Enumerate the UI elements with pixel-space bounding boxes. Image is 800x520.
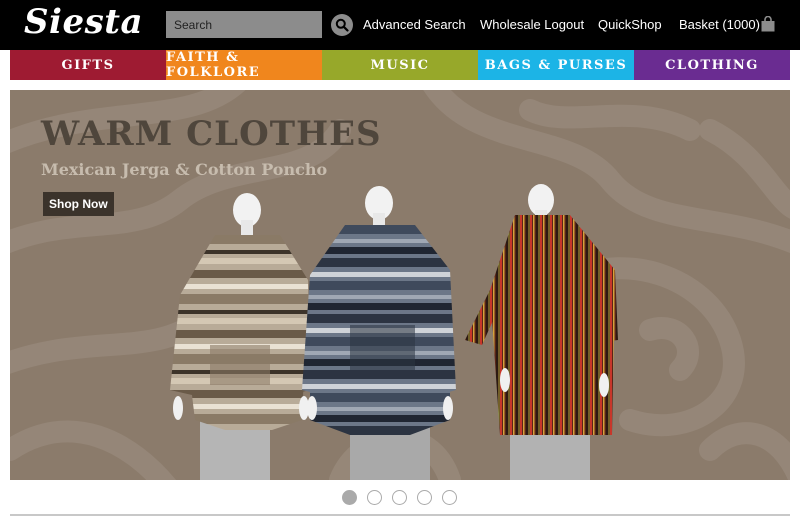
divider <box>10 514 790 516</box>
shopping-bag-icon[interactable] <box>761 16 775 32</box>
basket-link[interactable]: Basket (1000) <box>679 17 760 32</box>
nav-item-music[interactable]: MUSIC <box>322 50 478 80</box>
carousel-dot-2[interactable] <box>367 490 382 505</box>
carousel-dot-3[interactable] <box>392 490 407 505</box>
nav-item-gifts[interactable]: GIFTS <box>10 50 166 80</box>
nav-item-bags-purses[interactable]: BAGS & PURSES <box>478 50 634 80</box>
site-logo[interactable]: Siesta <box>24 2 143 42</box>
carousel-dot-5[interactable] <box>442 490 457 505</box>
quickshop-link[interactable]: QuickShop <box>598 17 662 32</box>
search-input[interactable] <box>166 11 322 38</box>
top-bar: Siesta Advanced Search Wholesale Logout … <box>0 0 800 50</box>
wholesale-logout-link[interactable]: Wholesale Logout <box>480 17 584 32</box>
category-nav: GIFTS FAITH & FOLKLORE MUSIC BAGS & PURS… <box>10 50 790 80</box>
hero-banner[interactable]: WARM CLOTHES Mexican Jerga & Cotton Ponc… <box>10 90 790 480</box>
poncho-product-photo <box>170 184 618 480</box>
advanced-search-link[interactable]: Advanced Search <box>363 17 466 32</box>
magnifier-icon <box>335 18 349 32</box>
carousel-dot-1[interactable] <box>342 490 357 505</box>
nav-item-clothing[interactable]: CLOTHING <box>634 50 790 80</box>
carousel-dots <box>342 490 457 505</box>
nav-item-faith-folklore[interactable]: FAITH & FOLKLORE <box>166 50 322 80</box>
search-button[interactable] <box>331 14 353 36</box>
carousel-dot-4[interactable] <box>417 490 432 505</box>
